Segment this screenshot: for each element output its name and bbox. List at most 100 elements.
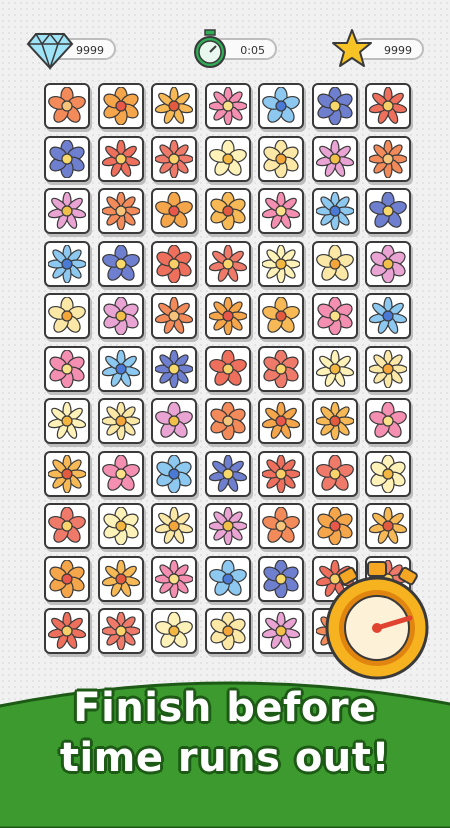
flower-icon <box>156 454 192 493</box>
flower-icon <box>48 612 86 649</box>
flower-tile[interactable] <box>44 293 90 339</box>
flower-tile[interactable] <box>97 345 144 392</box>
flower-tile[interactable] <box>204 240 251 287</box>
flower-tile[interactable] <box>44 503 90 549</box>
star-count: 9999 <box>384 44 412 57</box>
flower-tile[interactable] <box>204 83 251 129</box>
flower-tile[interactable] <box>44 608 90 654</box>
flower-tile[interactable] <box>97 293 144 339</box>
flower-tile[interactable] <box>311 240 358 287</box>
flower-tile[interactable] <box>365 398 411 444</box>
flower-tile[interactable] <box>97 83 144 129</box>
flower-tile[interactable] <box>258 608 304 654</box>
flower-tile[interactable] <box>311 345 358 392</box>
flower-tile[interactable] <box>151 398 197 444</box>
flower-icon <box>101 454 140 491</box>
flower-icon <box>101 349 140 387</box>
flower-tile[interactable] <box>44 555 90 602</box>
flower-tile[interactable] <box>151 450 197 497</box>
flower-tile[interactable] <box>44 188 90 234</box>
flower-tile[interactable] <box>204 135 251 182</box>
top-hud: 9999 0:05 9999 <box>0 22 450 78</box>
flower-tile[interactable] <box>311 188 358 234</box>
flower-tile[interactable] <box>365 503 411 549</box>
flower-tile[interactable] <box>365 135 411 182</box>
flower-tile[interactable] <box>311 503 358 549</box>
flower-tile[interactable] <box>311 135 358 182</box>
flower-tile[interactable] <box>151 345 197 392</box>
flower-tile[interactable] <box>258 450 304 497</box>
flower-icon <box>316 87 353 125</box>
flower-tile[interactable] <box>311 83 358 129</box>
flower-tile[interactable] <box>151 240 197 287</box>
flower-tile[interactable] <box>204 398 251 444</box>
flower-tile[interactable] <box>44 83 90 129</box>
flower-tile[interactable] <box>151 503 197 549</box>
flower-icon <box>369 297 407 334</box>
flower-tile[interactable] <box>365 188 411 234</box>
flower-icon <box>155 297 193 334</box>
flower-tile[interactable] <box>258 240 304 287</box>
flower-tile[interactable] <box>151 83 197 129</box>
flower-tile[interactable] <box>258 503 304 549</box>
flower-icon <box>155 559 193 598</box>
flower-tile[interactable] <box>44 450 90 497</box>
flower-tile[interactable] <box>97 555 144 602</box>
flower-tile[interactable] <box>97 135 144 182</box>
flower-tile[interactable] <box>258 135 304 182</box>
caption-line-1: Finish before <box>73 685 377 731</box>
flower-tile[interactable] <box>258 188 304 234</box>
flower-tile[interactable] <box>204 608 251 654</box>
flower-icon <box>315 349 354 387</box>
flower-tile[interactable] <box>258 555 304 602</box>
flower-tile[interactable] <box>97 503 144 549</box>
flower-tile[interactable] <box>151 608 197 654</box>
flower-tile[interactable] <box>365 293 411 339</box>
flower-icon <box>262 87 300 123</box>
flower-icon <box>101 192 140 230</box>
flower-icon <box>262 402 300 439</box>
flower-tile[interactable] <box>97 398 144 444</box>
flower-icon <box>370 244 406 283</box>
flower-tile[interactable] <box>311 398 358 444</box>
flower-tile[interactable] <box>258 345 304 392</box>
flower-tile[interactable] <box>204 450 251 497</box>
flower-icon <box>369 87 407 124</box>
flower-tile[interactable] <box>204 293 251 339</box>
gem-count: 9999 <box>76 44 104 57</box>
flower-tile[interactable] <box>311 293 358 339</box>
flower-icon <box>262 192 300 229</box>
flower-tile[interactable] <box>151 555 197 602</box>
flower-tile[interactable] <box>204 345 251 392</box>
flower-tile[interactable] <box>258 398 304 444</box>
flower-icon <box>48 87 86 123</box>
flower-tile[interactable] <box>151 188 197 234</box>
flower-icon <box>101 139 140 177</box>
flower-tile[interactable] <box>97 240 144 287</box>
flower-tile[interactable] <box>151 135 197 182</box>
flower-icon <box>263 139 299 178</box>
flower-tile[interactable] <box>204 188 251 234</box>
flower-icon <box>262 507 300 543</box>
flower-tile[interactable] <box>44 135 90 182</box>
flower-icon <box>101 244 140 281</box>
flower-tile[interactable] <box>44 240 90 287</box>
flower-tile[interactable] <box>204 503 251 549</box>
flower-tile[interactable] <box>258 293 304 339</box>
flower-tile[interactable] <box>311 450 358 497</box>
flower-tile[interactable] <box>365 83 411 129</box>
flower-icon <box>49 349 85 388</box>
timer-value: 0:05 <box>240 44 265 57</box>
flower-tile[interactable] <box>365 345 411 392</box>
flower-icon <box>315 139 354 177</box>
flower-tile[interactable] <box>151 293 197 339</box>
flower-tile[interactable] <box>97 188 144 234</box>
flower-tile[interactable] <box>258 83 304 129</box>
flower-tile[interactable] <box>97 608 144 654</box>
flower-tile[interactable] <box>365 450 411 497</box>
flower-tile[interactable] <box>365 240 411 287</box>
flower-tile[interactable] <box>204 555 251 602</box>
flower-tile[interactable] <box>44 398 90 444</box>
flower-tile[interactable] <box>97 450 144 497</box>
flower-tile[interactable] <box>44 345 90 392</box>
